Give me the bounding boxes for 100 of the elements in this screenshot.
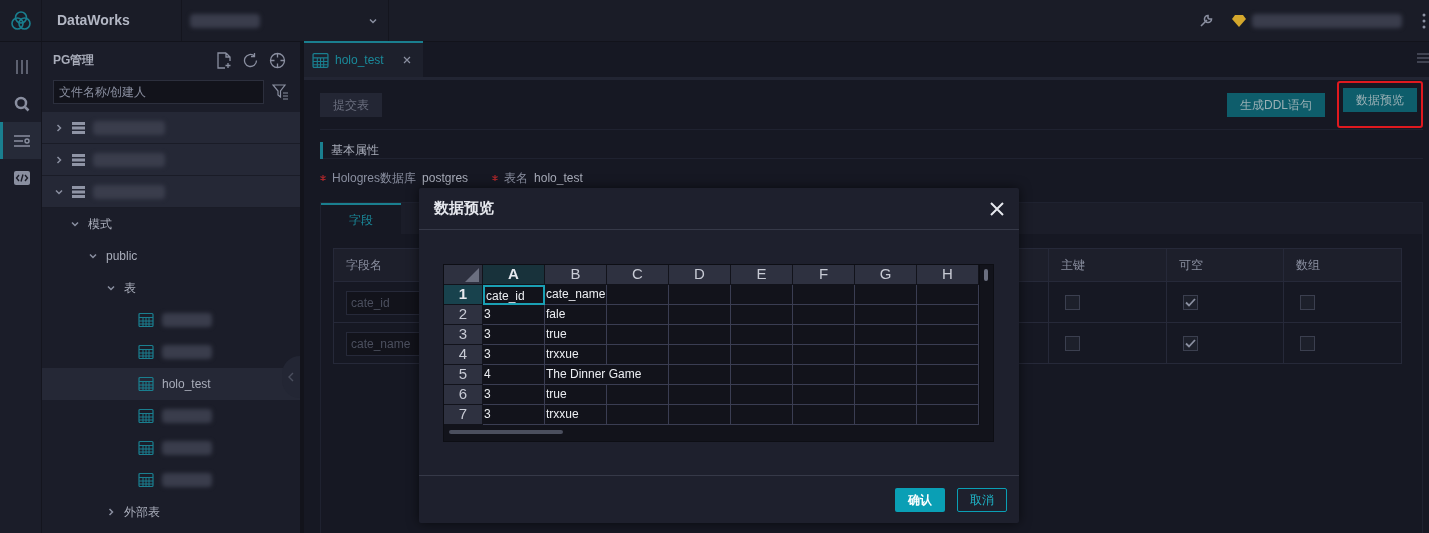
- locate-icon[interactable]: [269, 51, 286, 69]
- sheet-cell[interactable]: cate_id: [483, 285, 545, 305]
- sheet-cell[interactable]: true: [545, 325, 607, 345]
- sheet-cell[interactable]: [669, 385, 731, 405]
- sheet-cell[interactable]: The Dinner Game: [545, 365, 669, 385]
- row-header[interactable]: 3: [444, 325, 483, 345]
- menu-icon[interactable]: [1417, 53, 1429, 63]
- sheet-cell[interactable]: [793, 325, 855, 345]
- sheet-cell[interactable]: [669, 345, 731, 365]
- sheet-cell[interactable]: 3: [483, 325, 545, 345]
- row-header[interactable]: 7: [444, 405, 483, 425]
- column-header[interactable]: H: [917, 265, 979, 285]
- column-header[interactable]: B: [545, 265, 607, 285]
- sheet-cell[interactable]: [731, 285, 793, 305]
- sheet-cell[interactable]: cate_name: [545, 285, 607, 305]
- sheet-cell[interactable]: [669, 285, 731, 305]
- sheet-cell[interactable]: [855, 325, 917, 345]
- sheet-cell[interactable]: [731, 325, 793, 345]
- column-header[interactable]: C: [607, 265, 669, 285]
- field-tab[interactable]: 字段: [321, 203, 401, 234]
- sheet-cell[interactable]: [793, 345, 855, 365]
- tree-label: 表: [124, 280, 136, 297]
- sheet-cell[interactable]: [855, 385, 917, 405]
- column-header[interactable]: D: [669, 265, 731, 285]
- tree-item[interactable]: 表: [42, 272, 300, 304]
- rail-button[interactable]: [0, 122, 41, 159]
- sheet-cell[interactable]: [855, 305, 917, 325]
- sheet-cell[interactable]: [607, 305, 669, 325]
- scrollbar[interactable]: [449, 430, 563, 434]
- sheet-cell[interactable]: [607, 285, 669, 305]
- blurred-label: [162, 345, 212, 359]
- sheet-cell[interactable]: fale: [545, 305, 607, 325]
- row-header[interactable]: 5: [444, 365, 483, 385]
- sheet-cell[interactable]: [731, 345, 793, 365]
- tree-item[interactable]: holo_test: [42, 368, 300, 400]
- list-icon[interactable]: [13, 133, 31, 148]
- property-value: holo_test: [534, 170, 583, 187]
- sidebar-title: PG管理: [53, 52, 95, 69]
- checkbox[interactable]: [1182, 335, 1198, 351]
- column-header[interactable]: F: [793, 265, 855, 285]
- property-value: postgres: [422, 170, 469, 187]
- sheet-cell[interactable]: [855, 345, 917, 365]
- sheet-cell[interactable]: [731, 365, 793, 385]
- filter-icon[interactable]: [272, 84, 289, 100]
- sheet-cell[interactable]: [607, 325, 669, 345]
- sheet-cell[interactable]: [793, 385, 855, 405]
- sheet-cell[interactable]: trxxue: [545, 345, 607, 365]
- scrollbar[interactable]: [984, 269, 988, 281]
- column-header[interactable]: E: [731, 265, 793, 285]
- search-icon[interactable]: [14, 95, 30, 112]
- more-icon[interactable]: [1422, 12, 1426, 29]
- sheet-cell[interactable]: [793, 365, 855, 385]
- tree-item[interactable]: 外部表: [42, 496, 300, 528]
- corner-cell[interactable]: [444, 265, 483, 285]
- chevron-right-icon[interactable]: [106, 507, 116, 517]
- row-header[interactable]: 6: [444, 385, 483, 405]
- sheet-cell[interactable]: 4: [483, 365, 545, 385]
- row-header[interactable]: 1: [444, 285, 483, 305]
- sheet-cell[interactable]: [855, 285, 917, 305]
- sheet-cell[interactable]: [669, 325, 731, 345]
- row-header[interactable]: 2: [444, 305, 483, 325]
- sheet-cell[interactable]: 3: [483, 305, 545, 325]
- sheet-cell[interactable]: [607, 345, 669, 365]
- column-header[interactable]: A: [483, 265, 545, 285]
- chevron-right-icon[interactable]: [54, 122, 64, 133]
- sheet-cell[interactable]: true: [545, 385, 607, 405]
- search-field[interactable]: 文件名称/创建人: [53, 80, 264, 104]
- sheet-cell[interactable]: 3: [483, 385, 545, 405]
- sheet-cell[interactable]: [731, 305, 793, 325]
- column-header[interactable]: G: [855, 265, 917, 285]
- logo-icon[interactable]: [9, 9, 32, 32]
- sheet-cell[interactable]: 3: [483, 345, 545, 365]
- row-header[interactable]: 4: [444, 345, 483, 365]
- sheet-cell[interactable]: [669, 305, 731, 325]
- sheet-cell[interactable]: [793, 285, 855, 305]
- checkbox[interactable]: [1300, 335, 1316, 351]
- property-label: Hologres数据库: [332, 170, 417, 187]
- tree-item[interactable]: public: [42, 240, 300, 272]
- code-icon[interactable]: [14, 170, 30, 185]
- sheet-cell[interactable]: [607, 385, 669, 405]
- sheet-cell[interactable]: [731, 385, 793, 405]
- chevron-down-icon[interactable]: [88, 251, 98, 261]
- dialog-button[interactable]: 取消: [957, 487, 1007, 512]
- checkbox[interactable]: [1065, 335, 1080, 351]
- tree-item[interactable]: 模式: [42, 208, 300, 240]
- panel-icon[interactable]: [16, 59, 28, 74]
- sheet-cell[interactable]: [669, 365, 731, 385]
- chevron-down-icon[interactable]: [106, 283, 116, 293]
- chevron-right-icon[interactable]: [54, 154, 64, 165]
- refresh-icon[interactable]: [242, 51, 259, 69]
- new-file-icon[interactable]: [216, 51, 232, 69]
- checkbox[interactable]: [1300, 294, 1316, 310]
- wrench-icon[interactable]: [1198, 12, 1214, 29]
- chevron-down-icon[interactable]: [70, 219, 80, 229]
- checkbox[interactable]: [1182, 294, 1198, 310]
- sheet-cell[interactable]: [855, 365, 917, 385]
- editor-tab[interactable]: holo_test: [304, 41, 423, 77]
- table-icon: [138, 440, 154, 456]
- sheet-cell[interactable]: [793, 305, 855, 325]
- checkbox[interactable]: [1065, 294, 1080, 310]
